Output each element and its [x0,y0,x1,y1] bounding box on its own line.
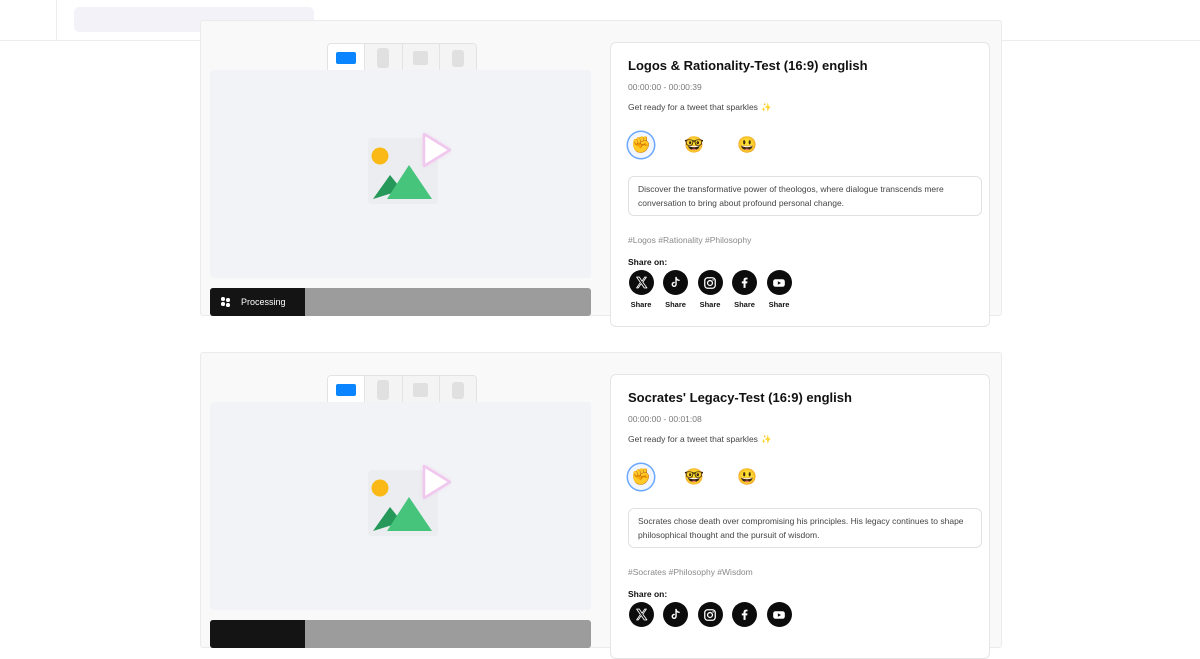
status-label: Processing [241,297,286,307]
x-icon [628,602,654,627]
emoji-options: ✊ 🤓 😃 [628,132,787,158]
tab-vertical[interactable] [439,44,476,72]
tab-portrait[interactable] [365,376,403,404]
instagram-icon [697,602,723,627]
instagram-icon [697,270,723,295]
emoji-nerd[interactable]: 🤓 [681,132,707,158]
share-tiktok[interactable]: Share [663,270,689,309]
landscape-icon [336,52,357,64]
vertical-icon [451,49,464,67]
portrait-icon [377,380,390,400]
tab-vertical[interactable] [439,376,476,404]
x-icon [628,270,654,295]
sidebar-divider [56,0,57,40]
share-label: Share [630,300,652,309]
processing-progress: Processing [210,288,591,316]
emoji-fist[interactable]: ✊ [628,464,654,490]
emoji-smile[interactable]: 😃 [734,464,760,490]
share-x[interactable]: Share [628,270,654,309]
tagline: Get ready for a tweet that sparkles ✨ [628,102,772,113]
share-label: Share [734,300,755,309]
share-youtube[interactable]: Share [766,270,792,309]
sparkle-icon: ✨ [760,102,772,112]
progress-fill: Processing [210,288,305,316]
hashtags: #Socrates #Philosophy #Wisdom [628,567,753,577]
tab-portrait[interactable] [365,44,403,72]
square-icon [413,383,429,397]
video-card: Processing Logos & Rationality-Test (16:… [200,20,1002,327]
processing-progress [210,620,591,648]
share-facebook[interactable]: Share [732,270,758,309]
youtube-icon [766,602,792,627]
description-box[interactable]: Discover the transformative power of the… [628,176,982,216]
landscape-icon [336,384,357,396]
emoji-nerd[interactable]: 🤓 [681,464,707,490]
time-range: 00:00:00 - 00:00:39 [628,82,702,92]
share-x[interactable] [628,602,654,627]
video-info-panel: Logos & Rationality-Test (16:9) english … [610,42,990,327]
youtube-icon [766,270,792,295]
share-label: Share [665,300,686,309]
facebook-icon [732,270,757,295]
aspect-ratio-tabs [327,375,477,405]
tiktok-icon [663,602,688,627]
media-placeholder-icon [368,464,452,536]
tagline-text: Get ready for a tweet that sparkles [628,102,758,112]
social-share-list [628,602,801,627]
share-tiktok[interactable] [663,602,689,627]
vertical-icon [451,381,464,399]
emoji-options: ✊ 🤓 😃 [628,464,787,490]
progress-fill [210,620,305,648]
time-range: 00:00:00 - 00:01:08 [628,414,702,424]
tab-square[interactable] [402,376,440,404]
video-preview[interactable] [210,402,591,610]
sparkle-icon: ✨ [760,434,772,444]
media-placeholder-icon [368,132,452,204]
tiktok-icon [663,270,688,295]
video-title: Logos & Rationality-Test (16:9) english [628,58,868,73]
video-title: Socrates' Legacy-Test (16:9) english [628,390,852,405]
tagline-text: Get ready for a tweet that sparkles [628,434,758,444]
hashtags: #Logos #Rationality #Philosophy [628,235,752,245]
share-label: Share [768,300,790,309]
tab-landscape[interactable] [328,376,366,404]
portrait-icon [377,48,390,68]
emoji-smile[interactable]: 😃 [734,132,760,158]
share-facebook[interactable] [732,602,758,627]
loading-icon [221,297,231,307]
video-info-panel: Socrates' Legacy-Test (16:9) english 00:… [610,374,990,659]
video-card: Socrates' Legacy-Test (16:9) english 00:… [200,352,1002,659]
social-share-list: Share Share Share Share Share [628,270,801,309]
aspect-ratio-tabs [327,43,477,73]
facebook-icon [732,602,757,627]
tagline: Get ready for a tweet that sparkles ✨ [628,434,772,445]
emoji-fist[interactable]: ✊ [628,132,654,158]
share-instagram[interactable]: Share [697,270,723,309]
share-on-label: Share on: [628,589,668,599]
share-label: Share [699,300,721,309]
tab-square[interactable] [402,44,440,72]
video-preview[interactable] [210,70,591,278]
share-instagram[interactable] [697,602,723,627]
tab-landscape[interactable] [328,44,366,72]
description-box[interactable]: Socrates chose death over compromising h… [628,508,982,548]
share-youtube[interactable] [766,602,792,627]
square-icon [413,51,429,65]
share-on-label: Share on: [628,257,668,267]
